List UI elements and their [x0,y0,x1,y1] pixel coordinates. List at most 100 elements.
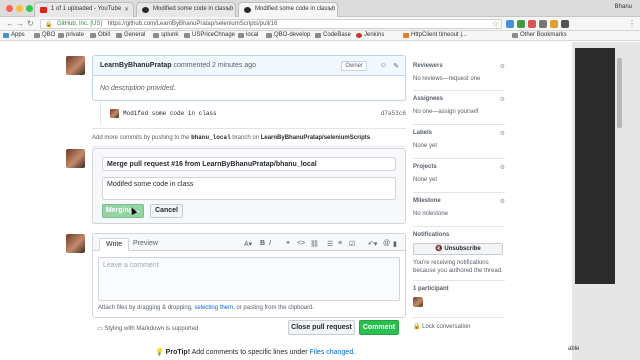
menu-icon[interactable]: ⋮ [628,19,636,28]
bookmark-qbo-develop[interactable]: QBO-develop [266,32,310,38]
close-icon[interactable]: ✕ [226,6,231,13]
url-text: https://github.com/LearnByBhanuPratap/se… [107,21,278,27]
reaction-icon[interactable]: ☺ [380,62,387,69]
more-commits-note: Add more commits by pushing to the bhanu… [92,134,372,141]
browser-tab-github-1[interactable]: Modified some code in class b ✕ [136,2,236,17]
sidebar-milestone[interactable]: Milestone ⚙ No milestone [413,198,505,218]
cancel-button[interactable]: Cancel [150,204,183,218]
bookmark-local[interactable]: local [238,32,258,38]
unsubscribe-button[interactable]: 🔇 Unsubscribe [413,243,503,255]
sidebar-labels[interactable]: Labels ⚙ None yet [413,130,505,150]
browser-tab-github-2[interactable]: Modified some code in class b ✕ [238,2,338,17]
avatar[interactable] [413,297,423,307]
files-changed-link[interactable]: Files changed [310,349,354,356]
bookmark-other[interactable]: Other Bookmarks [512,32,567,38]
close-icon[interactable]: ✕ [328,6,333,13]
bookmark-codebase[interactable]: CodeBase [315,32,351,38]
scrollbar-thumb[interactable] [617,58,622,128]
browser-tab-bar: 1 of 1 uploaded - YouTube ✕ Modified som… [0,0,640,17]
text-size-icon[interactable]: A▾ [244,240,252,248]
merge-message-field[interactable]: Modifed some code in class [102,177,396,200]
merge-title-field[interactable]: Merge pull request #16 from LearnByBhanu… [102,157,396,171]
confirm-merge-button[interactable]: Merging… [102,204,144,218]
reply-icon[interactable]: ↶▾ [368,240,377,248]
address-bar[interactable]: 🔒 GitHub, Inc. [US] https://github.com/L… [40,19,502,29]
gear-icon[interactable]: ⚙ [500,130,505,137]
github-icon [244,7,251,13]
star-icon[interactable]: ☆ [492,20,498,28]
tab-write[interactable]: Write [99,238,130,251]
extension-icon[interactable] [517,20,525,28]
gear-icon[interactable]: ⚙ [500,63,505,70]
close-pull-request-button[interactable]: Close pull request [288,320,355,335]
browser-tab-youtube[interactable]: 1 of 1 uploaded - YouTube ✕ [34,2,134,17]
gear-icon[interactable]: ⚙ [500,96,505,103]
folder-icon [184,33,190,38]
bookmark-general[interactable]: General [116,32,145,38]
avatar[interactable] [66,234,85,253]
markdown-note[interactable]: ▭ Styling with Markdown is supported [97,325,198,332]
browser-user-name[interactable]: Bhanu [615,4,632,10]
divider [92,146,406,147]
sidebar-reviewers[interactable]: Reviewers ⚙ No reviews—request one [413,63,505,83]
divider [413,317,505,318]
jenkins-icon [356,33,362,38]
bullet-list-icon[interactable]: ☰ [327,240,333,248]
commit-message[interactable]: Modifed some code in class [123,110,217,117]
extension-icon[interactable] [539,20,547,28]
back-icon[interactable]: ← [6,19,14,28]
avatar[interactable] [66,56,85,75]
bookmark-uspricechnage[interactable]: USPriceChnage [184,32,235,38]
bold-icon[interactable]: B [260,240,265,247]
task-list-icon[interactable]: ☑ [349,240,355,248]
maximize-window-button[interactable] [26,5,33,12]
edit-icon[interactable]: ✎ [393,62,399,70]
lock-conversation-link[interactable]: 🔒 Lock conversation [413,323,505,331]
extension-icon[interactable] [506,20,514,28]
sidebar-assignees[interactable]: Assignees ⚙ No one—assign yourself [413,96,505,116]
avatar[interactable] [66,149,85,168]
commit-sha[interactable]: d7a53c6 [381,110,406,117]
comment-textarea[interactable]: Leave a comment [98,257,400,301]
extension-icon[interactable] [528,20,536,28]
avatar[interactable] [110,109,119,118]
divider [413,158,505,159]
numbered-list-icon[interactable]: ≡ [338,240,342,247]
divider [413,280,505,281]
reload-icon[interactable]: ↻ [27,19,34,28]
gear-icon[interactable]: ⚙ [500,164,505,171]
bookmark-apps[interactable]: Apps [3,32,25,38]
divider [413,226,505,227]
forward-icon[interactable]: → [16,19,24,28]
bookmark-splunk[interactable]: splunk [153,32,178,38]
sidebar-projects[interactable]: Projects ⚙ None yet [413,164,505,184]
close-icon[interactable]: ✕ [124,6,129,13]
youtube-icon [40,7,47,13]
gear-icon[interactable]: ⚙ [500,198,505,205]
minimize-window-button[interactable] [16,5,23,12]
bookmark-icon[interactable]: ▮ [393,240,397,248]
italic-icon[interactable]: I [269,240,271,247]
bookmark-private[interactable]: private [58,32,84,38]
bookmark-jenkins[interactable]: Jenkins [356,32,384,38]
tab-preview[interactable]: Preview [127,238,164,251]
quote-icon[interactable]: ❝ [286,240,290,248]
folder-icon [116,33,122,38]
folder-icon [315,33,321,38]
code-icon[interactable]: <> [297,240,305,247]
divider [413,124,505,125]
bookmark-httpclient[interactable]: HttpClient timeout |... [403,32,467,38]
comment-author[interactable]: LearnByBhanuPratap [100,62,172,69]
bookmark-qbo[interactable]: QBO [34,32,55,38]
repo-link[interactable]: LearnByBhanuPratap/seleniumScripts [261,135,370,141]
extension-icon[interactable] [550,20,558,28]
comment-button[interactable]: Comment [359,320,399,335]
extension-icon[interactable] [561,20,569,28]
browser-toolbar: ← → ↻ 🔒 GitHub, Inc. [US] https://github… [0,17,640,31]
bookmark-obill[interactable]: Obill [90,32,110,38]
close-window-button[interactable] [6,5,13,12]
timeline-line [100,101,101,125]
mention-icon[interactable]: @ [383,240,390,247]
select-files-link[interactable]: selecting them [194,305,233,311]
link-icon[interactable]: ⛓ [310,240,319,248]
